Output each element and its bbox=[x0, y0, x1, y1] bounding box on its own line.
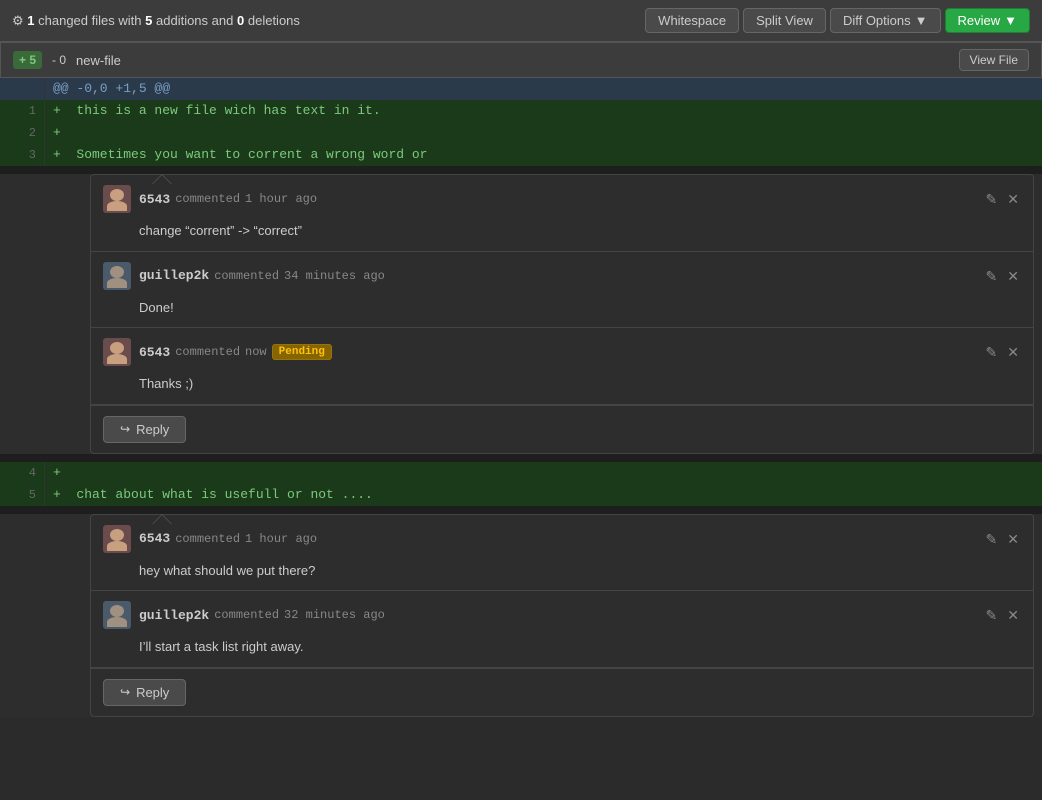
thread1: 6543 commented 1 hour ago ✎ ✕ change “co… bbox=[90, 174, 1034, 454]
edit-button-1[interactable]: ✎ bbox=[984, 190, 1000, 208]
avatar-guillep2k-1 bbox=[103, 262, 131, 290]
comment-1-author: 6543 bbox=[139, 192, 170, 207]
file-header: + 5 - 0 new-file View File bbox=[0, 42, 1042, 78]
comment-1-action: commented bbox=[175, 192, 240, 206]
split-view-button[interactable]: Split View bbox=[743, 8, 826, 33]
avatar-6543-2 bbox=[103, 338, 131, 366]
deletions-count: 0 bbox=[237, 13, 244, 28]
reply-icon-1: ↩ bbox=[120, 422, 130, 436]
diff-line-5: 5 + chat about what is usefull or not ..… bbox=[0, 484, 1042, 506]
avatar-guillep2k-2 bbox=[103, 601, 131, 629]
comment-1-body: change “corrent” -> “correct” bbox=[103, 221, 1021, 241]
diff-area: @@ -0,0 +1,5 @@ 1 + this is a new file w… bbox=[0, 78, 1042, 717]
comment-4: 6543 commented 1 hour ago ✎ ✕ hey what s… bbox=[91, 515, 1033, 592]
comment-5-body: I’ll start a task list right away. bbox=[103, 637, 1021, 657]
diff-line-4: 4 + bbox=[0, 462, 1042, 484]
avatar-6543-3 bbox=[103, 525, 131, 553]
delete-button-1[interactable]: ✕ bbox=[1005, 190, 1021, 208]
edit-button-5[interactable]: ✎ bbox=[984, 606, 1000, 624]
deletions-badge: - 0 bbox=[52, 53, 66, 67]
delete-button-3[interactable]: ✕ bbox=[1005, 343, 1021, 361]
comment-5-actions: ✎ ✕ bbox=[984, 606, 1021, 624]
changed-count: 1 bbox=[27, 13, 34, 28]
comment-3-author: 6543 bbox=[139, 345, 170, 360]
comment-4-actions: ✎ ✕ bbox=[984, 530, 1021, 548]
diff-line-3: 3 + Sometimes you want to corrent a wron… bbox=[0, 144, 1042, 166]
reply-button-1[interactable]: ↩ Reply bbox=[103, 416, 186, 443]
comment-2-actions: ✎ ✕ bbox=[984, 267, 1021, 285]
hunk-header: @@ -0,0 +1,5 @@ bbox=[0, 78, 1042, 100]
comment-1-meta: 6543 commented 1 hour ago bbox=[139, 192, 976, 207]
comment-1-header: 6543 commented 1 hour ago ✎ ✕ bbox=[103, 185, 1021, 213]
comment-4-action: commented bbox=[175, 532, 240, 546]
comment-1-actions: ✎ ✕ bbox=[984, 190, 1021, 208]
additions-count: 5 bbox=[145, 13, 152, 28]
toolbar-buttons: Whitespace Split View Diff Options ▼ Rev… bbox=[645, 8, 1030, 33]
comment-2-author: guillep2k bbox=[139, 268, 209, 283]
comment-5-meta: guillep2k commented 32 minutes ago bbox=[139, 608, 976, 623]
avatar-6543-1 bbox=[103, 185, 131, 213]
comment-2-header: guillep2k commented 34 minutes ago ✎ ✕ bbox=[103, 262, 1021, 290]
comment-1-time: 1 hour ago bbox=[245, 192, 317, 206]
reply-button-2[interactable]: ↩ Reply bbox=[103, 679, 186, 706]
comment-3-meta: 6543 commented now Pending bbox=[139, 344, 976, 360]
chevron-down-icon: ▼ bbox=[915, 13, 928, 28]
file-name: new-file bbox=[76, 53, 121, 68]
edit-button-4[interactable]: ✎ bbox=[984, 530, 1000, 548]
top-bar: ⚙ 1 changed files with 5 additions and 0… bbox=[0, 0, 1042, 42]
comment-5-header: guillep2k commented 32 minutes ago ✎ ✕ bbox=[103, 601, 1021, 629]
reply-icon-2: ↩ bbox=[120, 685, 130, 699]
comment-4-header: 6543 commented 1 hour ago ✎ ✕ bbox=[103, 525, 1021, 553]
comment-3-actions: ✎ ✕ bbox=[984, 343, 1021, 361]
comment-5-author: guillep2k bbox=[139, 608, 209, 623]
thread-arrow-inner bbox=[153, 175, 171, 184]
comment-5-action: commented bbox=[214, 608, 279, 622]
diff-options-button[interactable]: Diff Options ▼ bbox=[830, 8, 941, 33]
diff-line-2: 2 + bbox=[0, 122, 1042, 144]
reply-section-1: ↩ Reply bbox=[91, 405, 1033, 453]
edit-button-2[interactable]: ✎ bbox=[984, 267, 1000, 285]
comment-3: 6543 commented now Pending ✎ ✕ Thanks ;) bbox=[91, 328, 1033, 405]
comment-4-body: hey what should we put there? bbox=[103, 561, 1021, 581]
comment-2: guillep2k commented 34 minutes ago ✎ ✕ D… bbox=[91, 252, 1033, 329]
delete-button-5[interactable]: ✕ bbox=[1005, 606, 1021, 624]
comment-2-body: Done! bbox=[103, 298, 1021, 318]
comment-2-time: 34 minutes ago bbox=[284, 269, 385, 283]
delete-button-2[interactable]: ✕ bbox=[1005, 267, 1021, 285]
review-button[interactable]: Review ▼ bbox=[945, 8, 1031, 33]
additions-badge: + 5 bbox=[13, 51, 42, 69]
comment-3-header: 6543 commented now Pending ✎ ✕ bbox=[103, 338, 1021, 366]
comment-3-body: Thanks ;) bbox=[103, 374, 1021, 394]
comment-2-action: commented bbox=[214, 269, 279, 283]
reply-section-2: ↩ Reply bbox=[91, 668, 1033, 716]
thread2-container: 6543 commented 1 hour ago ✎ ✕ hey what s… bbox=[0, 514, 1042, 717]
comment-3-action: commented bbox=[175, 345, 240, 359]
comment-5: guillep2k commented 32 minutes ago ✎ ✕ I… bbox=[91, 591, 1033, 668]
hunk-header-content: @@ -0,0 +1,5 @@ bbox=[45, 78, 1042, 100]
comment-4-time: 1 hour ago bbox=[245, 532, 317, 546]
comment-4-meta: 6543 commented 1 hour ago bbox=[139, 531, 976, 546]
chevron-down-icon: ▼ bbox=[1004, 13, 1017, 28]
whitespace-button[interactable]: Whitespace bbox=[645, 8, 739, 33]
pending-badge-1: Pending bbox=[272, 344, 332, 360]
edit-button-3[interactable]: ✎ bbox=[984, 343, 1000, 361]
thread2-arrow-inner bbox=[153, 515, 171, 524]
changed-files-info: ⚙ 1 changed files with 5 additions and 0… bbox=[12, 13, 635, 29]
comment-5-time: 32 minutes ago bbox=[284, 608, 385, 622]
diff-line-1: 1 + this is a new file wich has text in … bbox=[0, 100, 1042, 122]
comment-3-time: now bbox=[245, 345, 267, 359]
comment-4-author: 6543 bbox=[139, 531, 170, 546]
comment-2-meta: guillep2k commented 34 minutes ago bbox=[139, 268, 976, 283]
view-file-button[interactable]: View File bbox=[959, 49, 1029, 71]
thread2: 6543 commented 1 hour ago ✎ ✕ hey what s… bbox=[90, 514, 1034, 717]
comment-1: 6543 commented 1 hour ago ✎ ✕ change “co… bbox=[91, 175, 1033, 252]
delete-button-4[interactable]: ✕ bbox=[1005, 530, 1021, 548]
thread1-container: 6543 commented 1 hour ago ✎ ✕ change “co… bbox=[0, 174, 1042, 454]
